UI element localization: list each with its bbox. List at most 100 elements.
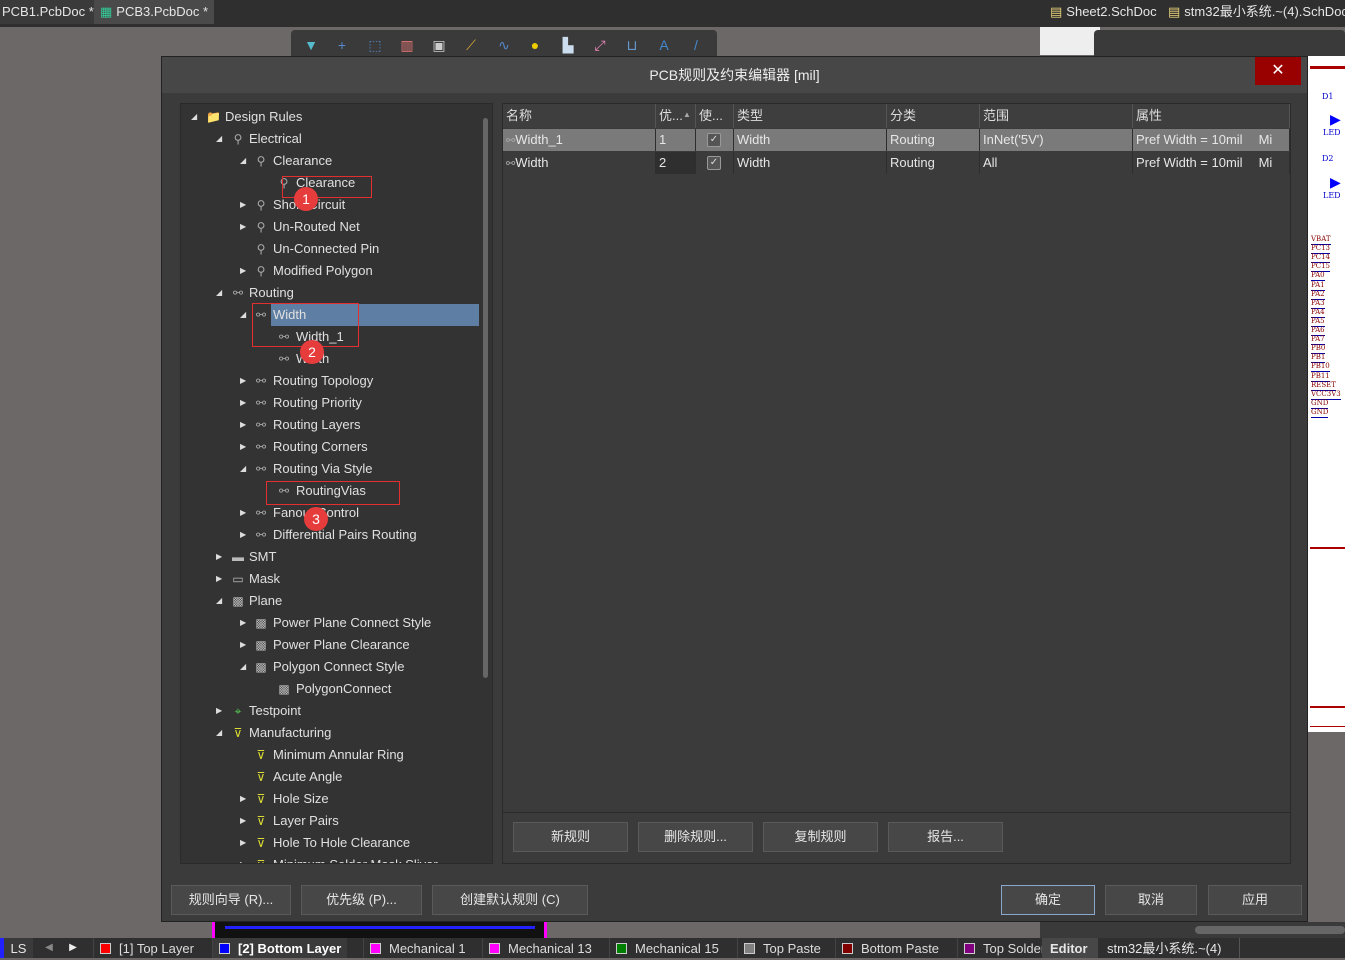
scrollbar-thumb[interactable] bbox=[483, 118, 488, 678]
tree-item[interactable]: ▶ ⚲ Modified Polygon bbox=[181, 260, 479, 282]
cross-icon[interactable]: + bbox=[334, 37, 350, 53]
tree-item[interactable]: ▶ ⌖ Testpoint bbox=[181, 700, 479, 722]
tree-item[interactable]: ▶ ⚯ Fanout Control bbox=[181, 502, 479, 524]
tree-item[interactable]: ▶ ⚲ Un-Routed Net bbox=[181, 216, 479, 238]
expand-arrow-icon[interactable]: ▶ bbox=[240, 854, 246, 863]
collapse-arrow-icon[interactable]: ◢ bbox=[216, 282, 222, 304]
duplicate-rule-button[interactable]: 复制规则 bbox=[763, 822, 878, 852]
expand-arrow-icon[interactable]: ▶ bbox=[240, 524, 246, 546]
column-header[interactable]: 范围 bbox=[980, 104, 1133, 128]
expand-arrow-icon[interactable]: ▶ bbox=[240, 810, 246, 832]
tree-item[interactable]: ▶ ⊽ Layer Pairs bbox=[181, 810, 479, 832]
tree-item[interactable]: ◢ ⚯ Routing bbox=[181, 282, 479, 304]
select-rect-icon[interactable]: ⬚ bbox=[367, 37, 383, 53]
layer-tab[interactable]: Mechanical 15 bbox=[609, 938, 725, 958]
tree-item[interactable]: ⊽ Minimum Annular Ring bbox=[181, 744, 479, 766]
tree-item[interactable]: ▶ ▩ Power Plane Clearance bbox=[181, 634, 479, 656]
tree-item[interactable]: ▶ ⚯ Routing Layers bbox=[181, 414, 479, 436]
expand-arrow-icon[interactable]: ▶ bbox=[240, 832, 246, 854]
collapse-arrow-icon[interactable]: ◢ bbox=[240, 656, 246, 678]
apply-button[interactable]: 应用 bbox=[1208, 885, 1302, 915]
tree-scrollbar[interactable] bbox=[481, 106, 491, 863]
panel-tab-stm32[interactable]: stm32最小系统.~(4) bbox=[1100, 938, 1240, 958]
dimension-icon[interactable]: ⊔ bbox=[624, 37, 640, 53]
expand-arrow-icon[interactable]: ▶ bbox=[240, 260, 246, 282]
horizontal-scrollbar[interactable] bbox=[1040, 922, 1345, 938]
tree-item[interactable]: ▶ ⊽Minimum Solder Mask Sliver bbox=[181, 854, 479, 863]
expand-arrow-icon[interactable]: ▶ bbox=[240, 370, 246, 392]
line-icon[interactable]: / bbox=[688, 37, 704, 53]
expand-arrow-icon[interactable]: ▶ bbox=[240, 436, 246, 458]
tree-item[interactable]: ▶ ⊽ Hole Size bbox=[181, 788, 479, 810]
text-icon[interactable]: A bbox=[656, 37, 672, 53]
collapse-arrow-icon[interactable]: ◢ bbox=[216, 128, 222, 150]
panel-tab-editor[interactable]: Editor bbox=[1042, 938, 1098, 958]
tab-stm32[interactable]: ▤ stm32最小系统.~(4).SchDoc bbox=[1162, 0, 1345, 24]
tree-item[interactable]: ▶ ⚯ Routing Topology bbox=[181, 370, 479, 392]
tree-item[interactable]: ◢ ⚯ Routing Via Style bbox=[181, 458, 479, 480]
tree-item[interactable]: ◢ ▩ Plane bbox=[181, 590, 479, 612]
via-icon[interactable]: ● bbox=[527, 37, 543, 53]
route-icon[interactable]: ⟋ bbox=[463, 37, 479, 53]
tree-item[interactable]: ⚯Width bbox=[181, 348, 479, 370]
layer-tab[interactable]: Top Paste bbox=[737, 938, 827, 958]
expand-arrow-icon[interactable]: ▶ bbox=[240, 194, 246, 216]
expand-arrow-icon[interactable]: ▶ bbox=[216, 700, 222, 722]
enabled-checkbox[interactable]: ✓ bbox=[707, 133, 721, 147]
layer-tab[interactable]: Bottom Paste bbox=[835, 938, 945, 958]
tree-item[interactable]: ⊽ Acute Angle bbox=[181, 766, 479, 788]
tree-item[interactable]: ◢ ⚲ Electrical bbox=[181, 128, 479, 150]
new-rule-button[interactable]: 新规则 bbox=[513, 822, 628, 852]
expand-arrow-icon[interactable]: ▶ bbox=[240, 788, 246, 810]
tree-item[interactable]: ▶ ⚯ Routing Priority bbox=[181, 392, 479, 414]
column-header[interactable]: 名称 bbox=[503, 104, 656, 128]
tree-item[interactable]: ▶ ▩ Power Plane Connect Style bbox=[181, 612, 479, 634]
expand-arrow-icon[interactable]: ▶ bbox=[240, 634, 246, 656]
column-header[interactable]: 属性 bbox=[1133, 104, 1290, 128]
column-header[interactable]: 分类 bbox=[887, 104, 980, 128]
layer-tab[interactable]: Top Solder bbox=[957, 938, 1042, 958]
expand-arrow-icon[interactable]: ▶ bbox=[216, 546, 222, 568]
delete-rule-button[interactable]: 删除规则... bbox=[638, 822, 753, 852]
chart-icon[interactable]: ▥ bbox=[399, 37, 415, 53]
tree-item[interactable]: ▩ PolygonConnect bbox=[181, 678, 479, 700]
collapse-arrow-icon[interactable]: ◢ bbox=[191, 106, 197, 128]
fill-icon[interactable]: ▙ bbox=[560, 37, 576, 53]
rule-wizard-button[interactable]: 规则向导 (R)... bbox=[171, 885, 291, 915]
tree-item[interactable]: ◢ ⚲ Clearance bbox=[181, 150, 479, 172]
filter-icon[interactable]: ▼ bbox=[303, 37, 319, 53]
tree-item[interactable]: ⚲ Un-Connected Pin bbox=[181, 238, 479, 260]
report-button[interactable]: 报告... bbox=[888, 822, 1003, 852]
component-icon[interactable]: ▣ bbox=[431, 37, 447, 53]
priority-button[interactable]: 优先级 (P)... bbox=[301, 885, 422, 915]
tree-item[interactable]: ▶ ⚯ Routing Corners bbox=[181, 436, 479, 458]
expand-arrow-icon[interactable]: ▶ bbox=[240, 392, 246, 414]
layer-tab[interactable]: Mechanical 13 bbox=[482, 938, 598, 958]
layer-tab[interactable]: [1] Top Layer bbox=[93, 938, 200, 958]
collapse-arrow-icon[interactable]: ◢ bbox=[240, 150, 246, 172]
tree-item[interactable]: ▶ ⊽ Hole To Hole Clearance bbox=[181, 832, 479, 854]
tab-pcb3[interactable]: ▦ PCB3.PcbDoc * bbox=[94, 0, 215, 24]
close-icon[interactable]: ✕ bbox=[1255, 57, 1301, 85]
collapse-arrow-icon[interactable]: ◢ bbox=[240, 458, 246, 480]
tree-item[interactable]: ◢ ⊽ Manufacturing bbox=[181, 722, 479, 744]
expand-arrow-icon[interactable]: ▶ bbox=[240, 502, 246, 524]
enabled-checkbox[interactable]: ✓ bbox=[707, 156, 721, 170]
expand-arrow-icon[interactable]: ▶ bbox=[240, 612, 246, 634]
rule-row[interactable]: ⚯Width_1 1 ✓ Width Routing InNet('5V') Pref Wi… bbox=[503, 129, 1290, 151]
expand-arrow-icon[interactable]: ▶ bbox=[216, 568, 222, 590]
collapse-arrow-icon[interactable]: ◢ bbox=[216, 722, 222, 744]
collapse-arrow-icon[interactable]: ◢ bbox=[240, 304, 246, 326]
layer-set-button[interactable]: LS bbox=[0, 938, 33, 958]
cancel-button[interactable]: 取消 bbox=[1105, 885, 1197, 915]
tree-item[interactable]: ▶ ⚯ Differential Pairs Routing bbox=[181, 524, 479, 546]
ok-button[interactable]: 确定 bbox=[1001, 885, 1095, 915]
tree-item[interactable]: ◢ ▩ Polygon Connect Style bbox=[181, 656, 479, 678]
cell-enabled[interactable]: ✓ bbox=[696, 129, 734, 151]
column-header[interactable]: 使... bbox=[696, 104, 734, 128]
collapse-arrow-icon[interactable]: ◢ bbox=[216, 590, 222, 612]
scroll-left-icon[interactable]: ◀ bbox=[38, 938, 60, 958]
expand-arrow-icon[interactable]: ▶ bbox=[240, 414, 246, 436]
tree-item[interactable]: ▶ ▭ Mask bbox=[181, 568, 479, 590]
rule-row[interactable]: ⚯Width 2 ✓ Width Routing All Pref Width = 10mi… bbox=[503, 152, 1290, 174]
